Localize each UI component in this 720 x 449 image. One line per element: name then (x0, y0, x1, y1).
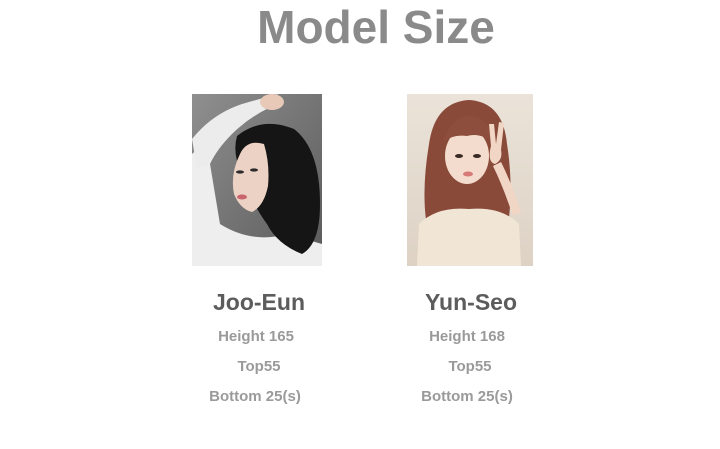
model-top-size: Top55 (448, 358, 492, 375)
model-height: Height 165 (218, 328, 294, 345)
model-photo-joo-eun (192, 94, 322, 266)
model-photo-yun-seo (407, 94, 533, 266)
model-photo-yun-seo-image (407, 94, 533, 266)
model-bottom-size: Bottom 25(s) (209, 388, 301, 405)
model-size-page: Model Size Joo-Eun Height 165 Top55 Bott… (0, 0, 720, 449)
model-name: Joo-Eun (213, 289, 305, 315)
model-photo-joo-eun-image (192, 94, 322, 266)
model-top-size: Top55 (237, 358, 281, 375)
model-height: Height 168 (429, 328, 505, 345)
page-title: Model Size (257, 1, 495, 53)
model-name: Yun-Seo (424, 289, 517, 315)
model-bottom-size: Bottom 25(s) (421, 388, 513, 405)
